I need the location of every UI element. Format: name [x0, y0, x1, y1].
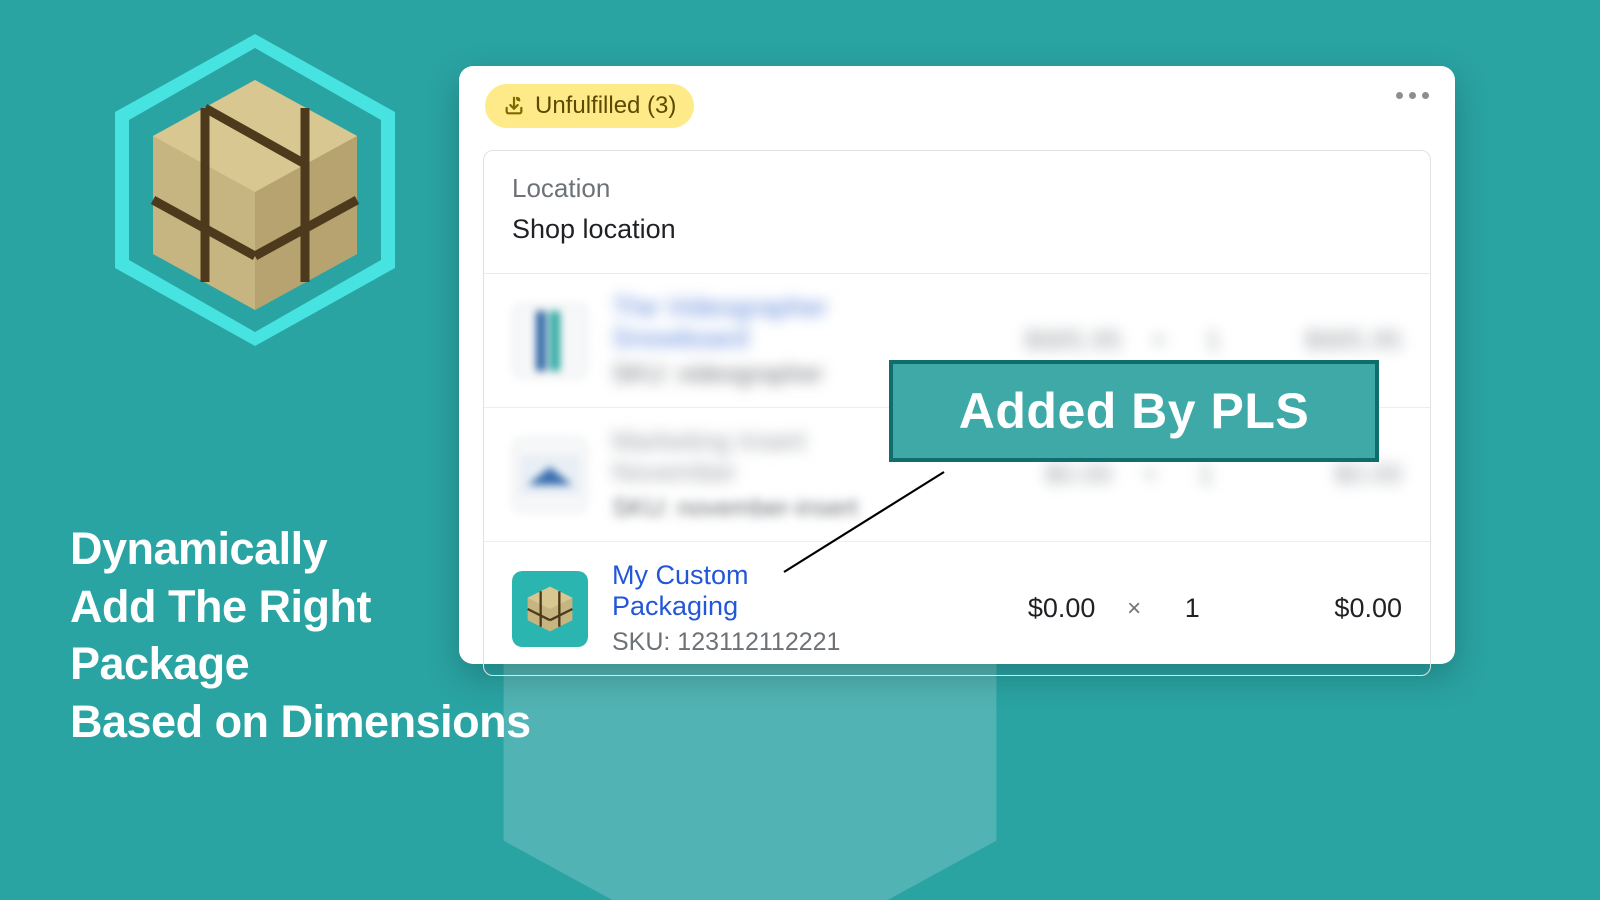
line-item-title[interactable]: The Videographer Snowboard	[612, 292, 924, 354]
location-section: Location Shop location	[484, 151, 1430, 274]
line-item-thumb	[512, 303, 588, 379]
app-logo	[105, 30, 405, 350]
line-item-total: $0.00	[1248, 459, 1402, 490]
line-item-price: $885.95	[948, 325, 1122, 356]
line-item-row: My Custom Packaging SKU: 123112112221 $0…	[484, 542, 1430, 675]
line-item-main: Marketing Insert November SKU: november-…	[612, 426, 907, 523]
package-icon	[512, 571, 588, 647]
line-item-title[interactable]: Marketing Insert November	[612, 426, 907, 488]
line-item-qty: 1	[1196, 325, 1231, 356]
line-item-thumb	[512, 437, 588, 513]
line-item-qty: 1	[1173, 593, 1212, 624]
line-item-sku: SKU: november-insert	[612, 494, 907, 523]
times-icon: ×	[1119, 595, 1148, 623]
added-by-pls-callout: Added By PLS	[889, 360, 1379, 462]
promo-stage: Dynamically Add The Right Package Based …	[0, 0, 1600, 900]
card-header: Unfulfilled (3)	[459, 66, 1455, 136]
tagline-line: Based on Dimensions	[70, 693, 531, 751]
line-item-main: The Videographer Snowboard SKU: videogra…	[612, 292, 924, 389]
callout-text: Added By PLS	[959, 382, 1309, 440]
times-icon: ×	[1136, 461, 1163, 489]
line-item-sku: SKU: 123112112221	[612, 628, 876, 657]
line-item-thumb	[512, 571, 588, 647]
line-item-price: $0.00	[900, 593, 1095, 624]
unfulfilled-badge-label: Unfulfilled (3)	[535, 92, 676, 120]
unfulfilled-badge: Unfulfilled (3)	[485, 84, 694, 128]
line-item-total: $0.00	[1236, 593, 1402, 624]
line-item-qty: 1	[1188, 459, 1224, 490]
times-icon: ×	[1146, 327, 1172, 355]
location-value: Shop location	[512, 214, 1402, 245]
line-item-total: $885.95	[1254, 325, 1402, 356]
location-label: Location	[512, 173, 1402, 204]
line-item-sku: SKU: videographer	[612, 360, 924, 389]
unfulfilled-icon	[503, 95, 525, 117]
line-item-title[interactable]: My Custom Packaging	[612, 560, 876, 622]
line-item-main: My Custom Packaging SKU: 123112112221	[612, 560, 876, 657]
card-more-menu[interactable]	[1396, 92, 1429, 99]
line-item-price: $0.00	[931, 459, 1112, 490]
fulfillment-card: Unfulfilled (3) Location Shop location T…	[459, 66, 1455, 664]
